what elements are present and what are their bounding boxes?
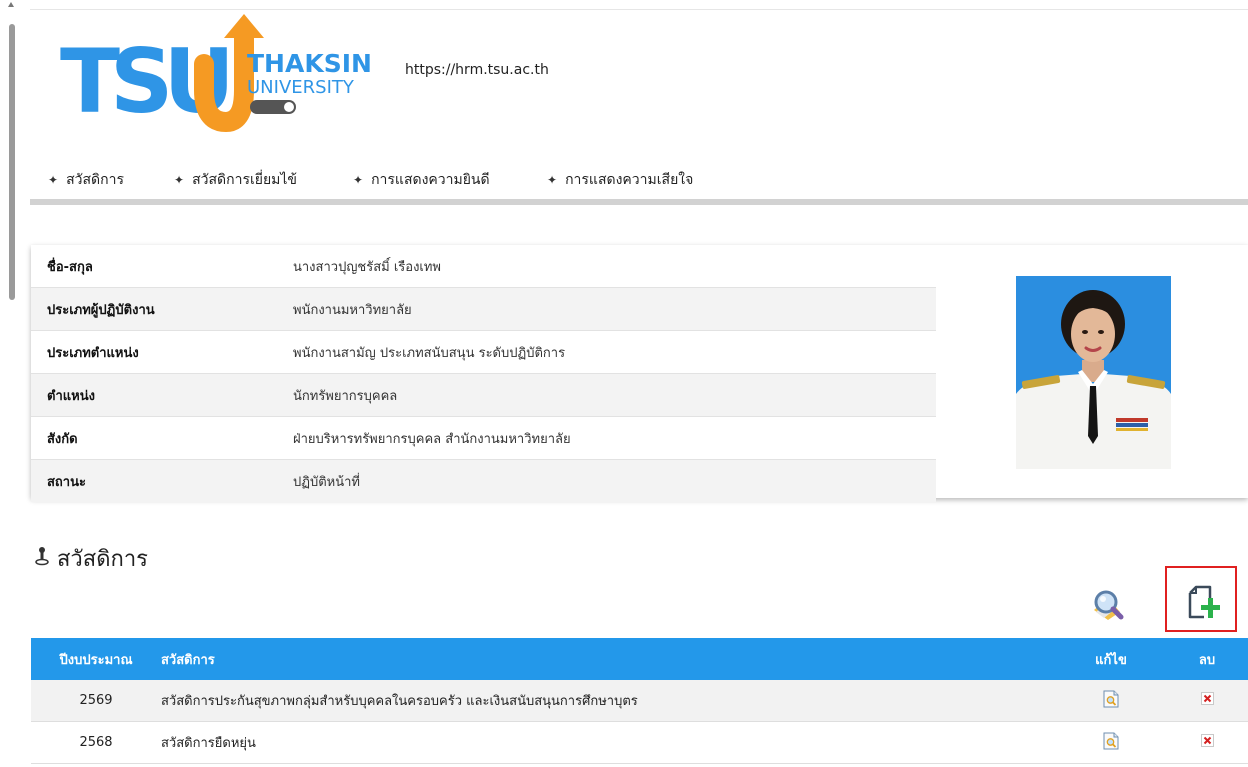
section-title-text: สวัสดิการ [57, 547, 148, 572]
cell-year: 2569 [31, 680, 161, 722]
nav-item-label: การแสดงความยินดี [371, 172, 490, 188]
profile-value: พนักงานมหาวิทยาลัย [293, 287, 936, 331]
cell-delete [1166, 721, 1248, 764]
profile-label: สถานะ [31, 459, 293, 502]
table-row: 2568 สวัสดิการยืดหยุ่น [31, 721, 1248, 764]
star-icon: ✦ [353, 173, 364, 187]
logo-thaksin-text: THAKSIN [247, 49, 372, 78]
add-record-button[interactable] [1165, 566, 1237, 632]
profile-value: พนักงานสามัญ ประเภทสนับสนุน ระดับปฏิบัติ… [293, 330, 936, 374]
profile-label: ประเภทตำแหน่ง [31, 330, 293, 374]
nav-item-label: การแสดงความเสียใจ [565, 172, 694, 188]
section-heading: สวัสดิการ [35, 541, 148, 576]
delete-icon[interactable] [1200, 734, 1214, 751]
column-header-edit: แก้ไข [1056, 638, 1166, 680]
column-header-welfare[interactable]: สวัสดิการ [161, 638, 1056, 680]
profile-value: ปฏิบัติหน้าที่ [293, 459, 936, 502]
nav-divider [30, 199, 1248, 205]
cell-year: 2568 [31, 721, 161, 764]
search-records-button[interactable] [1088, 588, 1126, 624]
top-divider [30, 9, 1248, 10]
column-header-year[interactable]: ปีงบประมาณ [31, 638, 161, 680]
profile-card: ชื่อ-สกุล นางสาวปุญชรัสมิ์ เรืองเทพ ประเ… [31, 245, 1248, 502]
top-nav: ✦ สวัสดิการ ✦ สวัสดิการเยี่ยมไข้ ✦ การแส… [48, 169, 693, 191]
nav-item-congratulation[interactable]: ✦ การแสดงความยินดี [353, 169, 547, 191]
star-icon: ✦ [174, 173, 185, 187]
table-row: 2569 สวัสดิการประกันสุขภาพกลุ่มสำหรับบุค… [31, 680, 1248, 722]
cell-welfare-name[interactable]: สวัสดิการยืดหยุ่น [161, 721, 1056, 764]
tsu-logo-graphic: TSU THAKSIN UNIVERSITY [60, 14, 372, 133]
profile-label: ประเภทผู้ปฏิบัติงาน [31, 287, 293, 331]
tsu-logo[interactable]: TSU THAKSIN UNIVERSITY [58, 12, 388, 133]
add-document-icon [1188, 585, 1220, 619]
scrollbar-thumb[interactable] [9, 24, 15, 300]
edit-document-icon[interactable] [1103, 732, 1119, 754]
profile-label: ตำแหน่ง [31, 373, 293, 417]
scrollbar[interactable] [0, 0, 18, 767]
profile-row-staff-type: ประเภทผู้ปฏิบัติงาน พนักงานมหาวิทยาลัย [31, 287, 936, 331]
profile-value: นักทรัพยากรบุคคล [293, 373, 936, 417]
profile-table: ชื่อ-สกุล นางสาวปุญชรัสมิ์ เรืองเทพ ประเ… [31, 245, 936, 502]
nav-item-condolence[interactable]: ✦ การแสดงความเสียใจ [547, 169, 693, 191]
star-icon: ✦ [48, 173, 59, 187]
nav-item-sick-visit[interactable]: ✦ สวัสดิการเยี่ยมไข้ [174, 169, 353, 191]
profile-label: สังกัด [31, 416, 293, 460]
profile-value: นางสาวปุญชรัสมิ์ เรืองเทพ [293, 245, 936, 288]
magnifier-icon [1094, 590, 1124, 620]
cell-edit [1056, 680, 1166, 722]
profile-label: ชื่อ-สกุล [31, 245, 293, 288]
profile-row-name: ชื่อ-สกุล นางสาวปุญชรัสมิ์ เรืองเทพ [31, 245, 936, 288]
scroll-up-arrow-icon[interactable] [8, 2, 14, 7]
cell-delete [1166, 680, 1248, 722]
column-header-delete: ลบ [1166, 638, 1248, 680]
profile-photo [1016, 276, 1171, 469]
profile-row-position-type: ประเภทตำแหน่ง พนักงานสามัญ ประเภทสนับสนุ… [31, 330, 936, 374]
delete-icon[interactable] [1200, 692, 1214, 709]
nav-item-label: สวัสดิการ [66, 172, 124, 188]
edit-document-icon[interactable] [1103, 690, 1119, 712]
welfare-table: ปีงบประมาณ สวัสดิการ แก้ไข ลบ 2569 สวัสด… [31, 638, 1248, 764]
site-url[interactable]: https://hrm.tsu.ac.th [405, 62, 549, 78]
profile-row-position: ตำแหน่ง นักทรัพยากรบุคคล [31, 373, 936, 417]
profile-row-status: สถานะ ปฏิบัติหน้าที่ [31, 459, 936, 502]
nav-item-label: สวัสดิการเยี่ยมไข้ [192, 172, 297, 188]
cell-welfare-name[interactable]: สวัสดิการประกันสุขภาพกลุ่มสำหรับบุคคลในค… [161, 680, 1056, 722]
profile-row-department: สังกัด ฝ่ายบริหารทรัพยากรบุคคล สำนักงานม… [31, 416, 936, 460]
logo-university-text: UNIVERSITY [247, 77, 355, 98]
profile-value: ฝ่ายบริหารทรัพยากรบุคคล สำนักงานมหาวิทยา… [293, 416, 936, 460]
cell-edit [1056, 721, 1166, 764]
star-icon: ✦ [547, 173, 558, 187]
welfare-table-header: ปีงบประมาณ สวัสดิการ แก้ไข ลบ [31, 638, 1248, 680]
nav-item-welfare[interactable]: ✦ สวัสดิการ [48, 169, 174, 191]
profile-photo-graphic [1016, 276, 1171, 469]
pin-icon [35, 546, 49, 571]
